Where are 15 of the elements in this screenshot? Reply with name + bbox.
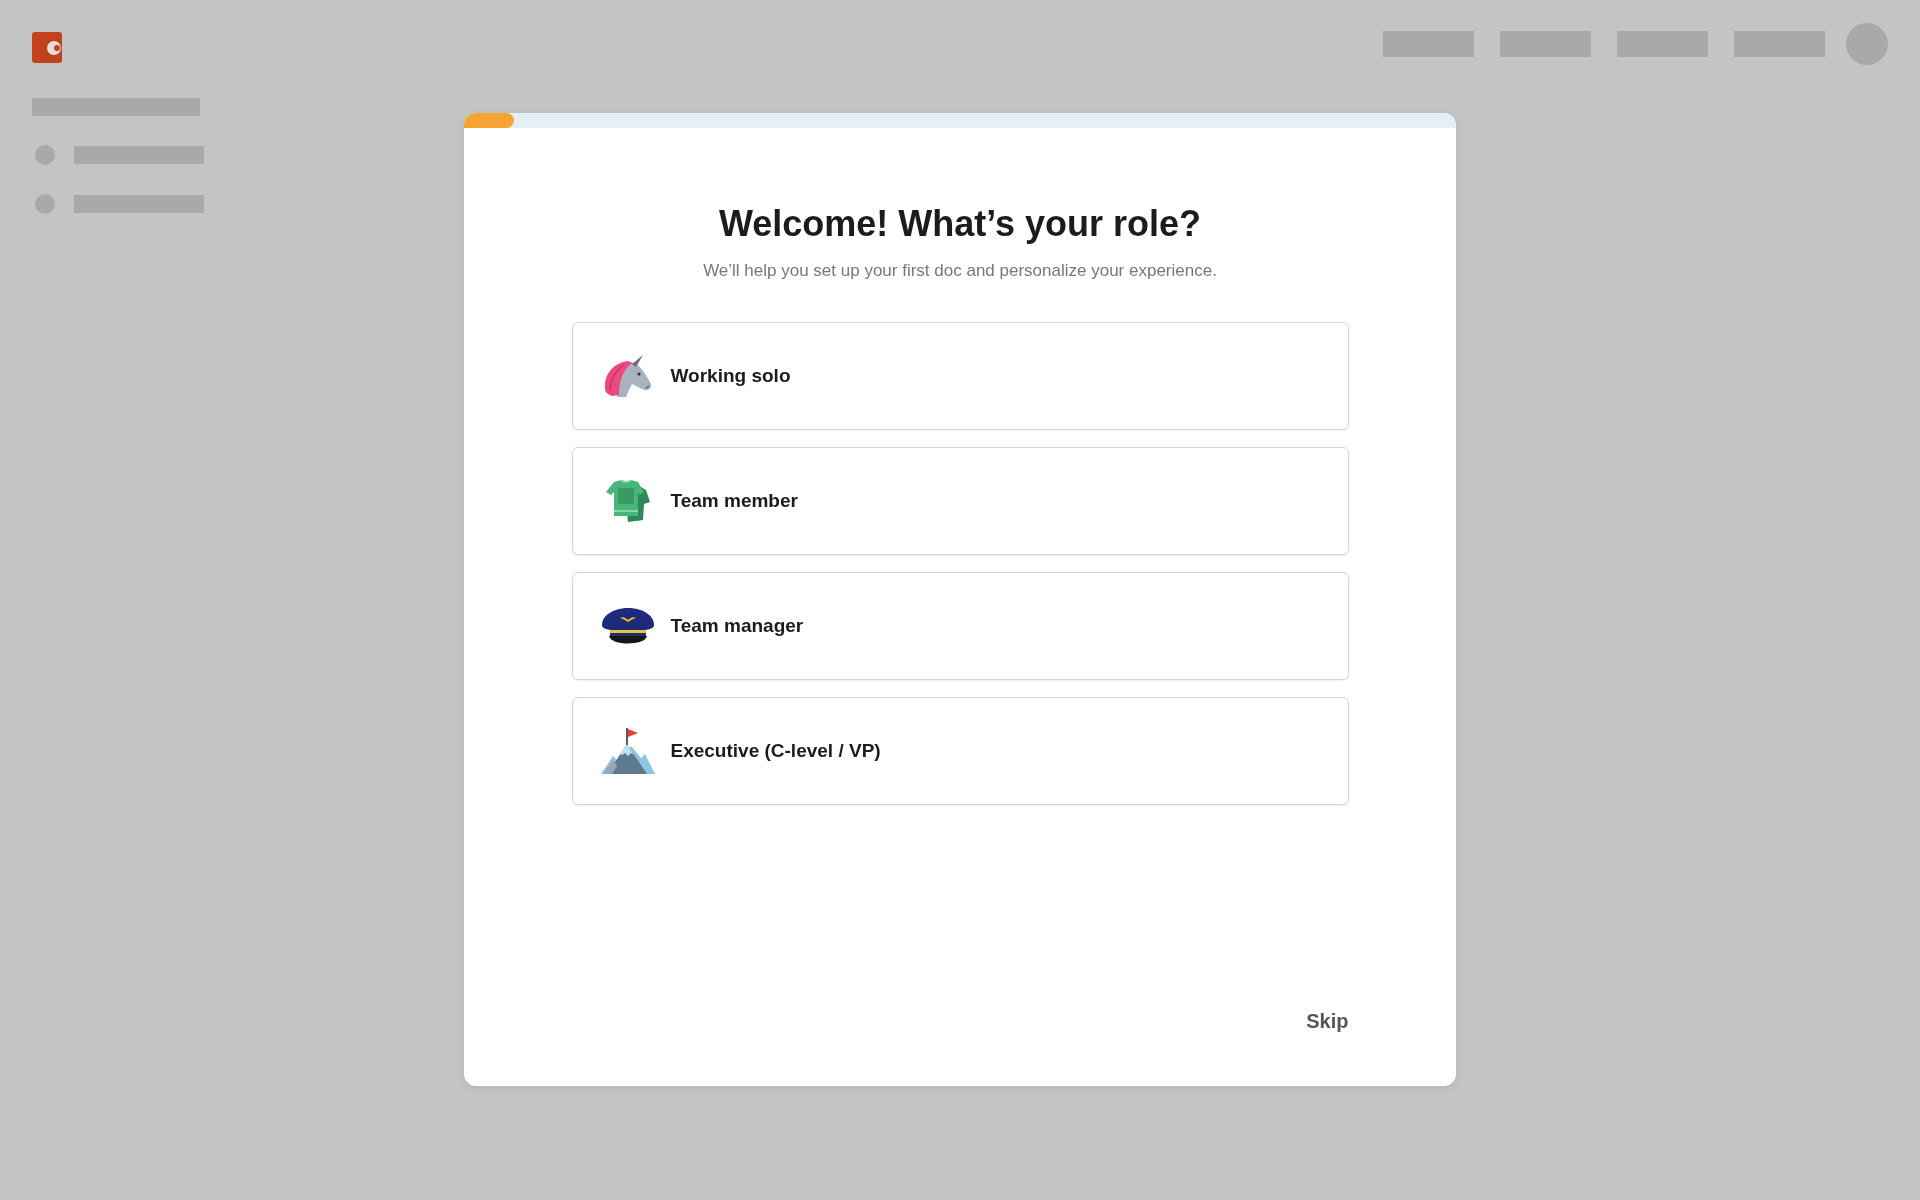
dialog-subtitle: We’ll help you set up your first doc and personalize your experience. — [703, 260, 1217, 282]
role-option[interactable]: Executive (C-level / VP) — [571, 697, 1349, 805]
avatar-placeholder — [1846, 23, 1888, 65]
pilot-cap-icon — [600, 607, 655, 645]
skeleton-dot — [35, 194, 55, 214]
skeleton-dot — [35, 145, 55, 165]
logo-icon — [32, 31, 62, 63]
jersey-icon — [605, 480, 650, 522]
unicorn-icon — [603, 354, 652, 398]
dialog-title: Welcome! What’s your role? — [718, 203, 1202, 245]
skip-button[interactable]: Skip — [1306, 1009, 1349, 1033]
role-option[interactable]: Working solo — [571, 322, 1349, 430]
role-option[interactable]: Team manager — [571, 572, 1349, 680]
mountain-flag-icon — [600, 728, 655, 774]
role-option[interactable]: Team member — [571, 447, 1349, 555]
